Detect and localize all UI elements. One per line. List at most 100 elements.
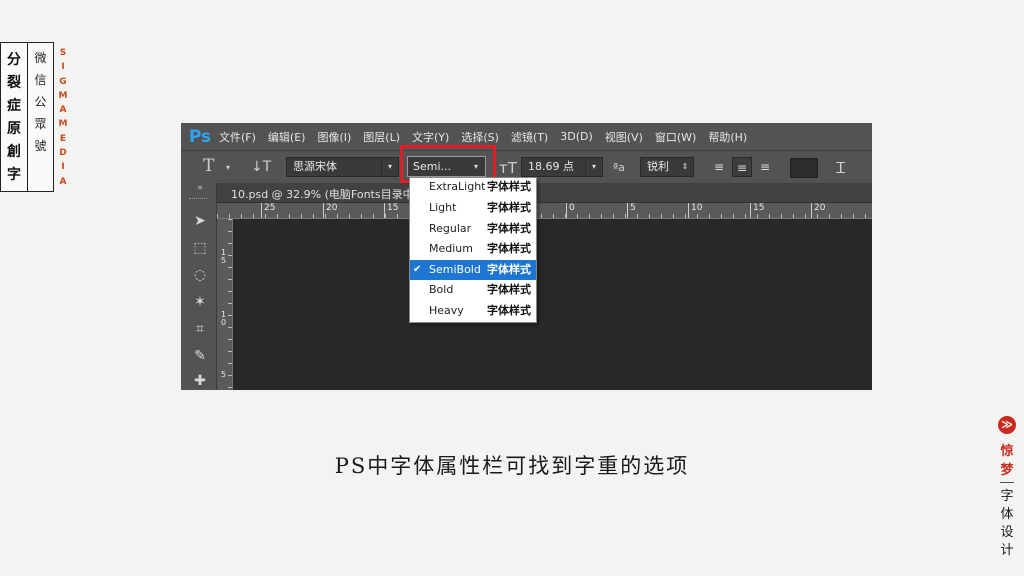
font-size-icon: ᴛT	[499, 159, 517, 177]
brand-char: 梦	[1000, 463, 1014, 478]
sigma-letter: E	[59, 133, 67, 144]
ruler-tick: 1 5	[221, 248, 227, 265]
menu-help[interactable]: 帮助(H)	[708, 129, 747, 145]
sigma-letter: G	[59, 76, 67, 87]
menu-file[interactable]: 文件(F)	[219, 129, 256, 145]
brand-char: 創	[7, 144, 21, 160]
ruler-tick: 15	[383, 203, 399, 218]
menu-3d[interactable]: 3D(D)	[560, 130, 593, 143]
text-orientation-icon[interactable]: ↓T	[251, 159, 271, 175]
brand-divider	[1000, 482, 1014, 483]
collapse-panel-icon[interactable]: »	[191, 183, 209, 193]
weight-option-label: ExtraLight	[429, 180, 486, 193]
menu-view[interactable]: 视图(V)	[605, 129, 643, 145]
document-tab[interactable]: 10.psd @ 32.9% (电脑Fonts目录中	[231, 186, 414, 202]
chevron-down-icon: ▾	[381, 158, 398, 176]
vertical-ruler: 1 5 1 0 5	[217, 219, 233, 390]
weight-option-bold[interactable]: Bold 字体样式	[410, 280, 536, 300]
brand-char: 惊	[1000, 444, 1014, 459]
weight-preview: 字体样式	[487, 242, 531, 255]
ruler-tick: 20	[810, 203, 826, 218]
crop-tool-icon[interactable]: ⌗	[191, 321, 209, 337]
weight-option-extralight[interactable]: ExtraLight 字体样式	[410, 177, 536, 197]
eyedropper-tool-icon[interactable]: ✎	[191, 348, 209, 364]
tool-preset-chevron-icon[interactable]: ▾	[226, 163, 230, 172]
weight-preview: 字体样式	[487, 304, 531, 317]
brand-subtitle: 字 体 设 计	[998, 488, 1016, 560]
brand-char: 分	[7, 52, 21, 68]
menu-bar: Ps 文件(F) 编辑(E) 图像(I) 图层(L) 文字(Y) 选择(S) 滤…	[181, 123, 872, 150]
antialias-icon: ªa	[613, 161, 625, 174]
ps-logo: Ps	[188, 126, 212, 147]
weight-option-semibold[interactable]: ✔ SemiBold 字体样式	[410, 260, 536, 280]
weight-preview: 字体样式	[487, 180, 531, 193]
ruler-tick: 0	[566, 203, 575, 218]
healing-brush-icon[interactable]: ✚	[191, 373, 209, 389]
weight-option-regular[interactable]: Regular 字体样式	[410, 219, 536, 239]
weight-option-label: Heavy	[429, 304, 464, 317]
ruler-tick: 5	[627, 203, 636, 218]
menu-window[interactable]: 窗口(W)	[655, 129, 696, 145]
sigma-letter: A	[59, 176, 67, 187]
sigma-letter: A	[59, 105, 67, 116]
weight-option-light[interactable]: Light 字体样式	[410, 198, 536, 218]
align-right-icon[interactable]: ≡	[755, 157, 775, 177]
brand-char: 信	[34, 73, 47, 87]
menu-layer[interactable]: 图层(L)	[363, 129, 400, 145]
font-weight-dropdown: ExtraLight 字体样式 Light 字体样式 Regular 字体样式 …	[409, 177, 537, 323]
warp-text-icon[interactable]: Ꮖ	[836, 159, 846, 177]
brand-char: 字	[1000, 489, 1014, 504]
menu-select[interactable]: 选择(S)	[461, 129, 499, 145]
weight-preview: 字体样式	[487, 283, 531, 296]
antialias-select[interactable]: 锐利 ⇕	[640, 157, 694, 177]
brand-wechat-column: 微 信 公 眾 號	[28, 43, 53, 195]
weight-option-medium[interactable]: Medium 字体样式	[410, 239, 536, 259]
brand-char: 眾	[34, 117, 47, 131]
ruler-tick: 15	[749, 203, 765, 218]
checkmark-icon: ✔	[413, 264, 422, 275]
brand-char: 裂	[7, 75, 21, 91]
brand-char: 症	[7, 98, 21, 114]
menu-image[interactable]: 图像(I)	[317, 129, 351, 145]
weight-option-heavy[interactable]: Heavy 字体样式	[410, 301, 536, 321]
chevron-down-icon: ▾	[585, 158, 602, 176]
weight-option-label: Bold	[429, 283, 454, 296]
sigma-letter: I	[61, 162, 65, 173]
sigma-letter: M	[58, 90, 68, 101]
brand-char: 计	[1000, 543, 1014, 558]
menu-filter[interactable]: 滤镜(T)	[511, 129, 548, 145]
brand-char: 公	[34, 95, 47, 109]
font-size-select[interactable]: 18.69 点 ▾	[521, 157, 603, 177]
sigma-letter: D	[59, 148, 67, 159]
antialias-value: 锐利	[647, 160, 669, 173]
align-left-icon[interactable]: ≡	[709, 157, 729, 177]
font-family-select[interactable]: 思源宋体 ▾	[286, 157, 399, 177]
sigma-letter: S	[59, 48, 67, 58]
document-canvas[interactable]	[233, 219, 872, 390]
panel-grip[interactable]	[189, 198, 207, 201]
weight-preview: 字体样式	[487, 263, 531, 276]
ruler-tick: 10	[687, 203, 703, 218]
brand-name-red: 惊 梦	[998, 442, 1016, 480]
font-size-value: 18.69 点	[528, 160, 574, 173]
brand-char: 设	[1000, 525, 1014, 540]
align-center-icon[interactable]: ≡	[732, 157, 752, 177]
brand-box: 分 裂 症 原 創 字 微 信 公 眾 號	[0, 42, 54, 192]
lasso-tool-icon[interactable]: ◌	[191, 267, 209, 283]
weight-preview: 字体样式	[487, 222, 531, 235]
magic-wand-icon[interactable]: ✶	[191, 294, 209, 310]
move-tool-icon[interactable]: ➤	[191, 213, 209, 229]
document-tab-row: 10.psd @ 32.9% (电脑Fonts目录中	[217, 183, 872, 203]
type-tool-icon[interactable]: T	[203, 156, 214, 176]
menu-edit[interactable]: 编辑(E)	[268, 129, 306, 145]
brand-char: 体	[1000, 507, 1014, 522]
marquee-tool-icon[interactable]: ⬚	[191, 240, 209, 256]
brand-char: 微	[34, 51, 47, 65]
sigma-letter: I	[61, 62, 65, 73]
weight-option-label: SemiBold	[429, 263, 481, 276]
brand-char: 字	[7, 167, 21, 183]
brand-name-column: 分 裂 症 原 創 字	[1, 43, 28, 191]
menu-type[interactable]: 文字(Y)	[412, 129, 449, 145]
font-family-value: 思源宋体	[293, 160, 337, 173]
text-color-swatch[interactable]	[790, 158, 818, 178]
